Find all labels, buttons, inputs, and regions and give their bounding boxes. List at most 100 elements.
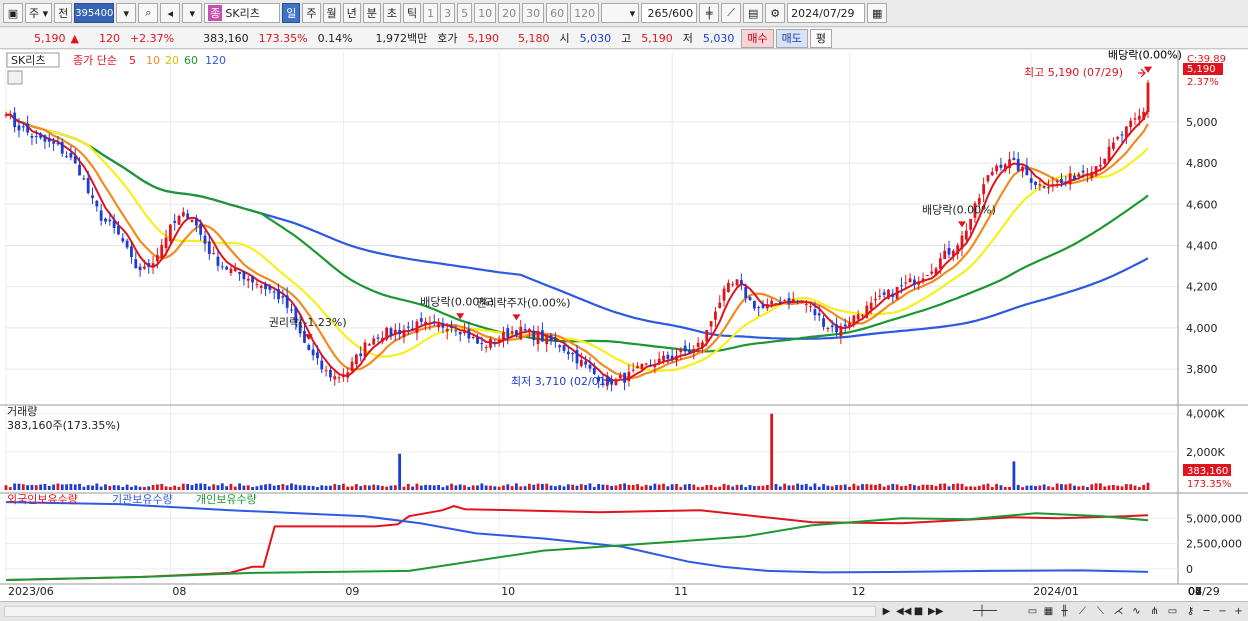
interval-120[interactable]: 120	[570, 3, 600, 23]
candle-body	[1111, 142, 1115, 149]
interval-20[interactable]: 20	[498, 3, 521, 23]
candle-body	[566, 351, 570, 355]
period-second[interactable]: 초	[382, 3, 402, 23]
period-day[interactable]: 일	[282, 3, 301, 23]
window-menu-icon[interactable]: ▣	[3, 3, 23, 23]
search-icon[interactable]: ⌕	[138, 3, 159, 23]
date-input[interactable]: 2024/07/29	[787, 3, 866, 23]
calendar-icon[interactable]: ▦	[867, 3, 888, 23]
volume-bar	[294, 484, 298, 490]
volume-bar	[143, 486, 146, 490]
candle-body	[130, 246, 133, 258]
volume-bar	[588, 483, 592, 490]
interval-10[interactable]: 10	[474, 3, 497, 23]
candle-type-icon[interactable]: ╪	[699, 3, 720, 23]
stock-name: SK리츠	[225, 7, 260, 20]
layout-icon[interactable]: ▭	[1166, 605, 1179, 618]
volume-bar	[1120, 486, 1124, 490]
save-icon[interactable]: ▤	[743, 3, 764, 23]
high-price-annotation: 최고 5,190 (07/29)	[1024, 66, 1123, 79]
zoom-slider-icon[interactable]: ─┼──	[950, 605, 1020, 618]
speaker-dropdown-icon[interactable]: ▾	[182, 3, 203, 23]
candle-body	[951, 250, 955, 256]
scroll-right-icon[interactable]: ▶	[880, 605, 893, 618]
candle-body	[432, 322, 436, 324]
fast-forward-icon[interactable]: ▶▶	[928, 605, 943, 618]
period-minute[interactable]: 분	[362, 3, 381, 23]
candle-body	[290, 309, 293, 311]
zoom-out-icon[interactable]: −	[1216, 605, 1229, 618]
period-month[interactable]: 월	[322, 3, 341, 23]
candle-body	[450, 326, 453, 328]
wave-tool-icon[interactable]: ∿	[1130, 605, 1143, 618]
volume-bar	[354, 484, 358, 490]
avg-button[interactable]: 평	[809, 28, 833, 48]
prev-button[interactable]: 전	[54, 3, 73, 23]
stop-icon[interactable]: ■	[912, 605, 925, 618]
volume-bar	[30, 484, 34, 490]
settings-gear-icon[interactable]: ⚙	[765, 3, 786, 23]
interval-5[interactable]: 5	[457, 3, 473, 23]
candle-body	[1008, 159, 1011, 169]
sell-button[interactable]: 매도	[775, 28, 808, 48]
zoom-in-icon[interactable]: +	[1232, 605, 1245, 618]
period-week[interactable]: 주	[302, 3, 321, 23]
volume-panel-title: 거래량	[7, 405, 37, 418]
crosshair-icon[interactable]: ▭	[1026, 605, 1039, 618]
candle-icon[interactable]: ╫	[1058, 605, 1071, 618]
stock-name-field[interactable]: 종 SK리츠	[204, 3, 281, 23]
volume-bar	[298, 485, 302, 490]
candle-body	[506, 328, 510, 338]
rewind-icon[interactable]: ◀◀	[896, 605, 911, 618]
candle-body	[1086, 173, 1089, 176]
interval-30[interactable]: 30	[522, 3, 545, 23]
stock-code-input[interactable]: 395400	[74, 3, 115, 23]
volume-bar	[1042, 484, 1046, 490]
magnet-icon[interactable]: ⋔	[1148, 605, 1161, 618]
volume-bar	[117, 485, 120, 490]
volume-bar	[662, 483, 665, 490]
count-input[interactable]: 265/600	[641, 3, 698, 23]
candle-body	[947, 248, 951, 255]
chart-scrollbar[interactable]	[4, 606, 876, 617]
fib-tool-icon[interactable]: ⟍	[1094, 605, 1107, 618]
candle-body	[869, 302, 873, 310]
stock-chart[interactable]: 5,000 4,800 4,600 4,400 4,200 4,000 3,800 2023/…	[0, 50, 1248, 601]
key-icon[interactable]: ⚷	[1184, 605, 1197, 618]
candle-body	[264, 283, 267, 290]
volume-bar	[1111, 484, 1115, 490]
volume-bar	[216, 485, 220, 490]
candle-body	[151, 263, 155, 268]
line-tool-icon[interactable]: ⟋	[1076, 605, 1089, 618]
volume-bar	[592, 486, 596, 490]
period-year[interactable]: 년	[342, 3, 361, 23]
code-dropdown-icon[interactable]: ▾	[116, 3, 137, 23]
candle-body	[471, 337, 475, 339]
trend-tool-icon[interactable]: ⋌	[1112, 605, 1125, 618]
candle-body	[800, 301, 804, 303]
volume-bar	[986, 483, 990, 490]
candle-body	[91, 195, 94, 199]
candle-body	[138, 266, 142, 271]
interval-3[interactable]: 3	[440, 3, 456, 23]
volume-bar	[683, 484, 687, 490]
period-tick[interactable]: 틱	[403, 3, 422, 23]
dividend-annotation: 권리락(-1.23%)	[269, 316, 347, 329]
speaker-icon[interactable]: ◂	[160, 3, 181, 23]
interval-1[interactable]: 1	[423, 3, 439, 23]
chart-grid-icon[interactable]	[7, 70, 23, 85]
candle-body	[943, 250, 947, 259]
interval-input[interactable]: ▾	[601, 3, 640, 23]
dividend-annotation: 배당락(0.00%)	[1108, 50, 1182, 62]
current-price: 5,190	[34, 31, 66, 45]
market-select[interactable]: 주 ▾	[25, 3, 53, 23]
candle-body	[969, 218, 973, 230]
volume-bar	[402, 486, 406, 490]
table-icon[interactable]: ▦	[1042, 605, 1055, 618]
buy-button[interactable]: 매수	[741, 28, 774, 48]
candle-body	[510, 331, 514, 334]
minus-icon[interactable]: ─	[1200, 605, 1213, 618]
volume-bar	[91, 485, 94, 490]
draw-tools-icon[interactable]: ⟋	[721, 3, 742, 23]
interval-60[interactable]: 60	[546, 3, 569, 23]
